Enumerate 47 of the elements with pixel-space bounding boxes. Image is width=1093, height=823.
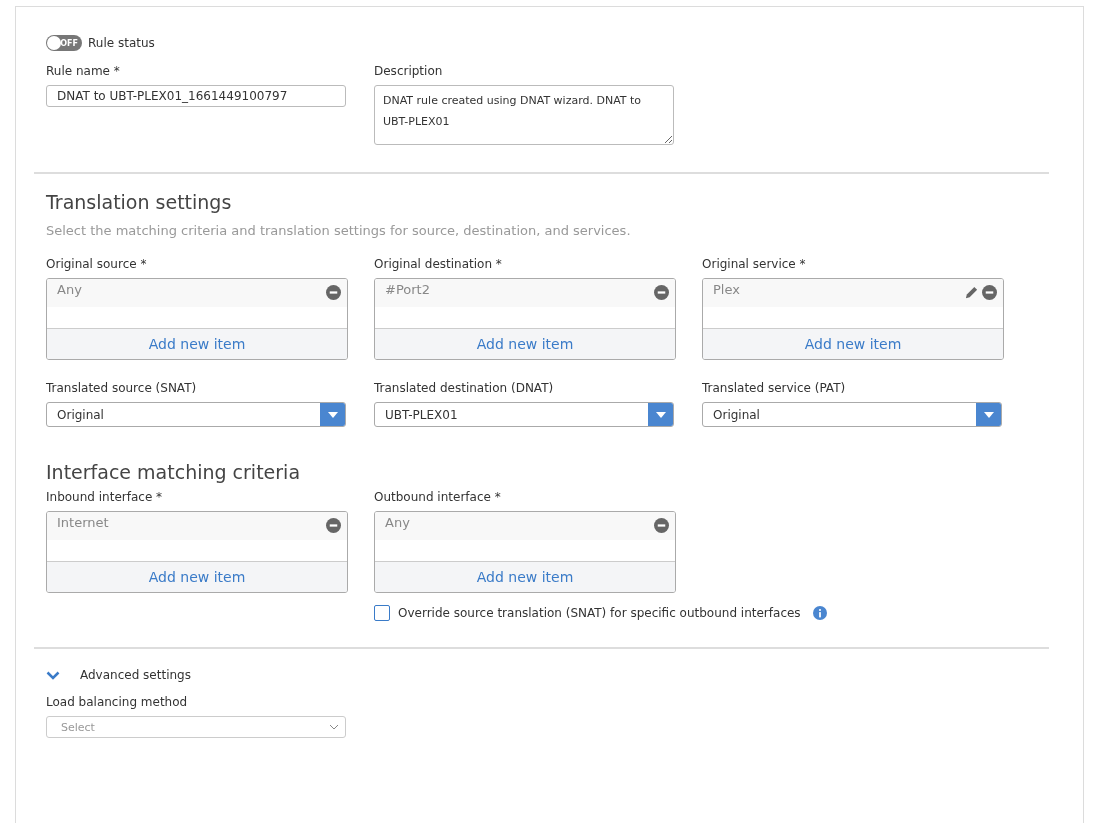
section-title: Interface matching criteria [46, 460, 302, 484]
section-toggle-label[interactable]: Advanced settings [80, 668, 191, 682]
remove-icon[interactable] [326, 285, 341, 300]
field-label: Inbound interface * [46, 490, 164, 505]
description-field[interactable]: DNAT rule created using DNAT wizard. DNAT to UBT-PLEX01 [374, 85, 674, 145]
field-label: Rule name * [46, 64, 121, 79]
dropdown[interactable]: Original [702, 402, 1002, 427]
field-label: Outbound interface * [374, 490, 502, 505]
caret-icon [327, 411, 338, 418]
field-label: Original service * [702, 257, 807, 272]
field-label: Original destination * [374, 257, 503, 272]
add-item-button[interactable]: Add new item [375, 561, 675, 592]
add-item-button[interactable]: Add new item [47, 328, 347, 359]
remove-icon[interactable] [654, 518, 669, 533]
checkbox[interactable] [374, 605, 390, 621]
item-text: #Port2 [385, 282, 431, 297]
chevron-icon[interactable] [46, 670, 60, 680]
item-text: Any [385, 515, 411, 530]
status-toggle[interactable]: OFF [46, 35, 82, 51]
field-label: Description [374, 64, 444, 79]
info-icon[interactable] [812, 606, 827, 620]
field-label: Original source * [46, 257, 148, 272]
field-label: Translated destination (DNAT) [374, 381, 555, 396]
section-subtitle: Select the matching criteria and translation settings for source, destination, and services. [46, 222, 632, 240]
checkbox-label: Override source translation (SNAT) for specific outbound interfaces [398, 606, 801, 620]
caret-icon [655, 411, 666, 418]
dropdown[interactable]: UBT-PLEX01 [374, 402, 674, 427]
chevron-down-icon [329, 724, 339, 730]
add-item-button[interactable]: Add new item [703, 328, 1003, 359]
remove-icon[interactable] [654, 285, 669, 300]
remove-icon[interactable] [326, 518, 341, 533]
dropdown[interactable]: Original [46, 402, 346, 427]
item-text: Any [57, 282, 83, 297]
add-item-button[interactable]: Add new item [47, 561, 347, 592]
item-text: Internet [57, 515, 110, 530]
remove-icon[interactable] [982, 285, 997, 300]
field-label: Translated service (PAT) [702, 381, 847, 396]
field-label: Load balancing method [46, 695, 189, 710]
rule-name-field[interactable]: DNAT to UBT-PLEX01_1661449100797 [46, 85, 346, 107]
section-title: Translation settings [46, 190, 233, 214]
item-text: Plex [713, 282, 741, 297]
caret-icon [983, 411, 994, 418]
dropdown[interactable]: Select [46, 716, 346, 738]
field-label: Translated source (SNAT) [46, 381, 198, 396]
toggle-label: Rule status [88, 36, 155, 50]
add-item-button[interactable]: Add new item [375, 328, 675, 359]
edit-icon[interactable] [964, 285, 979, 300]
